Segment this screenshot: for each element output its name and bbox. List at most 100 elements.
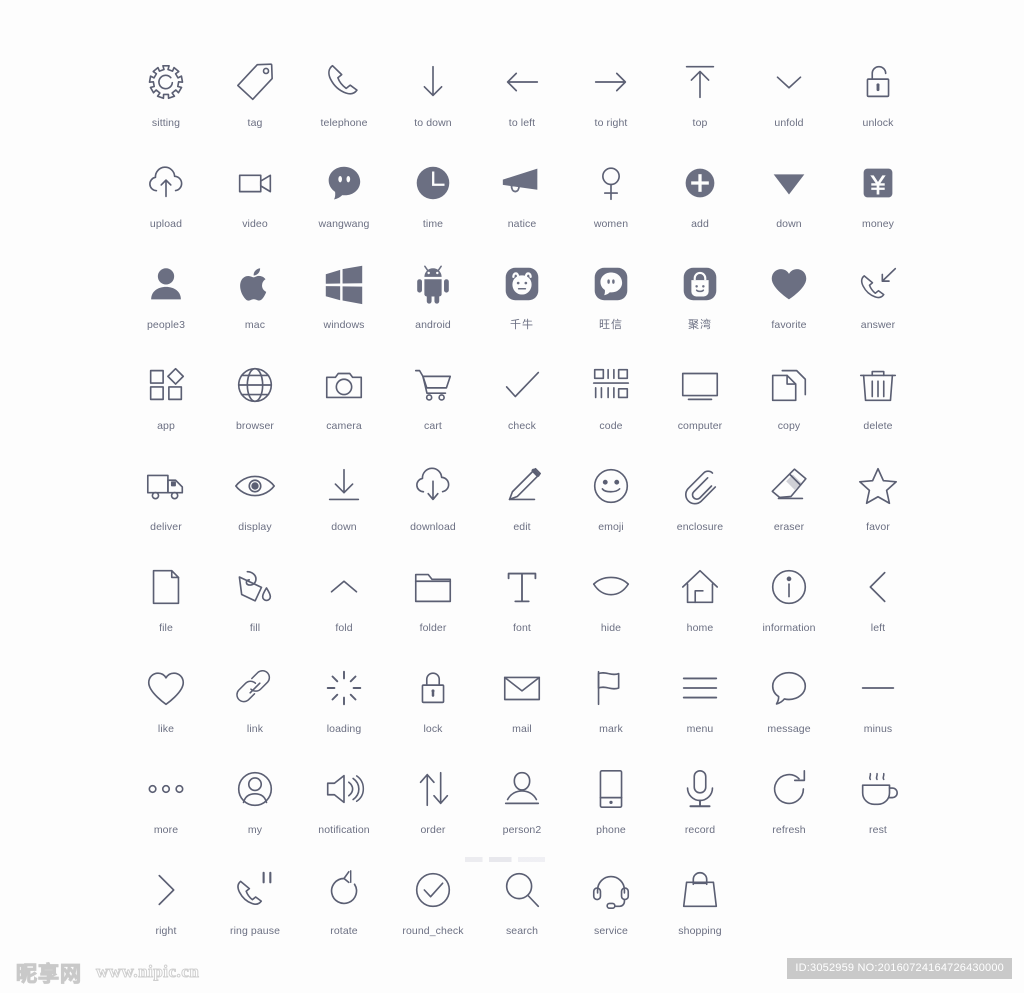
icon-cell[interactable]: delete [836,355,920,456]
icon-cell[interactable]: lock [391,658,475,759]
icon-cell[interactable]: rest [836,759,920,860]
speaker-icon[interactable] [318,761,370,817]
file-icon[interactable] [140,559,192,615]
refresh-icon[interactable] [763,761,815,817]
icon-cell[interactable]: loading [302,658,386,759]
icon-cell[interactable]: minus [836,658,920,759]
heart-filled-icon[interactable] [763,256,815,312]
paint-bucket-icon[interactable] [229,559,281,615]
monitor-icon[interactable] [674,357,726,413]
download-bar-icon[interactable] [318,458,370,514]
video-camera-icon[interactable] [229,155,281,211]
plus-circle-icon[interactable] [674,155,726,211]
mail-icon[interactable] [496,660,548,716]
icon-cell[interactable]: font [480,557,564,658]
star-icon[interactable] [852,458,904,514]
icon-cell[interactable]: add [658,153,742,254]
icon-cell[interactable]: money [836,153,920,254]
icon-cell[interactable]: mail [480,658,564,759]
icon-cell[interactable]: to left [480,52,564,153]
icon-cell[interactable]: time [391,153,475,254]
icon-cell[interactable]: 旺信 [569,254,653,355]
icon-cell[interactable]: display [213,456,297,557]
answer-call-icon[interactable] [852,256,904,312]
icon-cell[interactable]: upload [124,153,208,254]
arrow-left-icon[interactable] [496,54,548,110]
folder-icon[interactable] [407,559,459,615]
wangxin-icon[interactable] [585,256,637,312]
copy-icon[interactable] [763,357,815,413]
icon-cell[interactable]: windows [302,254,386,355]
icon-cell[interactable]: app [124,355,208,456]
triangle-down-icon[interactable] [763,155,815,211]
eraser-icon[interactable] [763,458,815,514]
icon-cell[interactable]: unfold [747,52,831,153]
icon-cell[interactable]: favorite [747,254,831,355]
icon-cell[interactable]: computer [658,355,742,456]
icon-cell[interactable]: message [747,658,831,759]
icon-cell[interactable]: search [480,860,564,961]
link-icon[interactable] [229,660,281,716]
icon-cell[interactable]: information [747,557,831,658]
tag-icon[interactable] [229,54,281,110]
icon-cell[interactable]: cart [391,355,475,456]
icon-cell[interactable]: folder [391,557,475,658]
icon-cell[interactable]: women [569,153,653,254]
icon-cell[interactable]: file [124,557,208,658]
icon-cell[interactable]: answer [836,254,920,355]
app-grid-icon[interactable] [140,357,192,413]
icon-cell[interactable]: top [658,52,742,153]
cloud-download-icon[interactable] [407,458,459,514]
icon-cell[interactable]: emoji [569,456,653,557]
heart-outline-icon[interactable] [140,660,192,716]
call-pause-icon[interactable] [229,862,281,918]
headset-icon[interactable] [585,862,637,918]
icon-cell[interactable]: fold [302,557,386,658]
icon-cell[interactable]: camera [302,355,386,456]
icon-cell[interactable]: phone [569,759,653,860]
android-icon[interactable] [407,256,459,312]
icon-cell[interactable]: favor [836,456,920,557]
icon-cell[interactable]: menu [658,658,742,759]
user-avatar-icon[interactable] [140,256,192,312]
coffee-cup-icon[interactable] [852,761,904,817]
clock-icon[interactable] [407,155,459,211]
home-icon[interactable] [674,559,726,615]
trash-icon[interactable] [852,357,904,413]
icon-cell[interactable]: natice [480,153,564,254]
code-icon[interactable] [585,357,637,413]
icon-cell[interactable]: right [124,860,208,961]
icon-cell[interactable]: 千牛 [480,254,564,355]
icon-cell[interactable]: to right [569,52,653,153]
check-circle-icon[interactable] [407,862,459,918]
icon-cell[interactable]: browser [213,355,297,456]
female-icon[interactable] [585,155,637,211]
telephone-icon[interactable] [318,54,370,110]
wangwang-icon[interactable] [318,155,370,211]
icon-cell[interactable]: tag [213,52,297,153]
arrow-to-top-icon[interactable] [674,54,726,110]
icon-cell[interactable]: sitting [124,52,208,153]
icon-cell[interactable]: home [658,557,742,658]
icon-cell[interactable]: fill [213,557,297,658]
icon-cell[interactable]: enclosure [658,456,742,557]
chevron-down-icon[interactable] [763,54,815,110]
icon-cell[interactable]: order [391,759,475,860]
icon-cell[interactable]: code [569,355,653,456]
chevron-right-icon[interactable] [140,862,192,918]
icon-cell[interactable]: shopping [658,860,742,961]
user-circle-icon[interactable] [229,761,281,817]
qianniu-icon[interactable] [496,256,548,312]
arrow-right-icon[interactable] [585,54,637,110]
mobile-phone-icon[interactable] [585,761,637,817]
icon-cell[interactable]: android [391,254,475,355]
icon-cell[interactable]: ring pause [213,860,297,961]
apple-icon[interactable] [229,256,281,312]
microphone-icon[interactable] [674,761,726,817]
icon-cell[interactable]: link [213,658,297,759]
icon-cell[interactable]: rotate [302,860,386,961]
unlock-icon[interactable] [852,54,904,110]
flag-icon[interactable] [585,660,637,716]
icon-cell[interactable]: to down [391,52,475,153]
speech-bubble-icon[interactable] [763,660,815,716]
